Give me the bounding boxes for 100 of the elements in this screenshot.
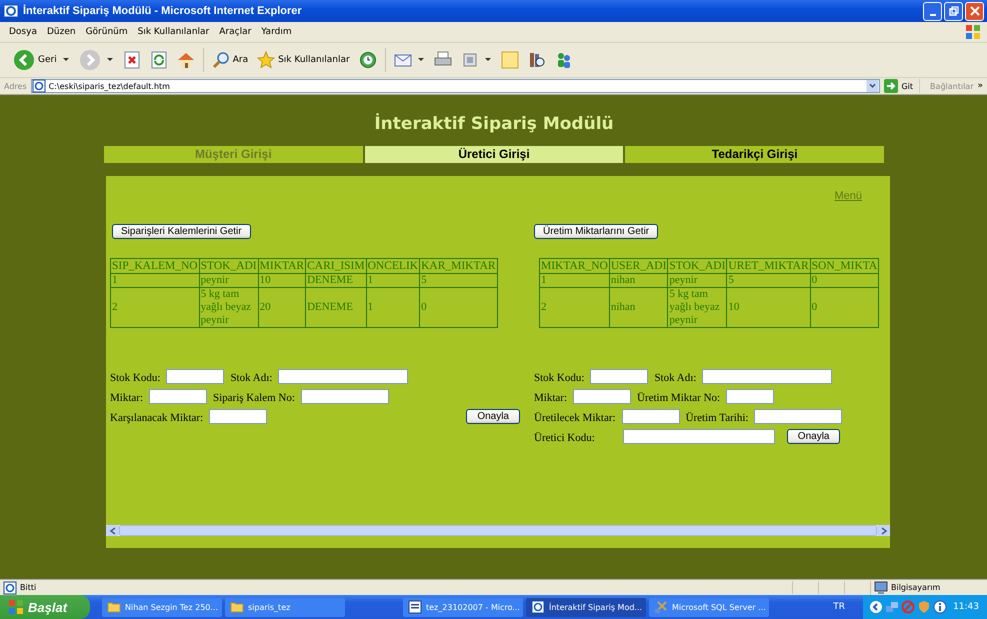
button-label: Sık Kullanılanlar <box>278 55 350 65</box>
table-cell: nihan <box>609 288 668 328</box>
dropdown-icon[interactable] <box>866 80 880 92</box>
column-header: KAR_MIKTAR <box>420 258 498 274</box>
status-text: Bitti <box>20 583 36 592</box>
caret-icon[interactable] <box>484 58 491 62</box>
field-label: Karşılanacak Miktar: <box>110 412 204 424</box>
minimize-icon <box>930 14 936 16</box>
table-cell: 1 <box>366 274 420 288</box>
table-cell: 0 <box>810 274 879 288</box>
star-icon <box>257 51 276 69</box>
chevron-icon[interactable] <box>869 600 884 614</box>
fetch-button[interactable]: Siparişleri Kalemlerini Getir <box>112 224 251 239</box>
button-label: İnteraktif Sipariş Mod... <box>549 602 642 612</box>
input-field[interactable] <box>726 389 774 404</box>
menu-item[interactable]: Dosya <box>4 27 42 37</box>
input-field[interactable] <box>622 429 775 444</box>
column-header: ONCELIK <box>366 258 420 274</box>
restore-button[interactable] <box>944 2 963 20</box>
computer-icon <box>874 580 888 594</box>
taskbar-button[interactable]: Microsoft SQL Server ... <box>649 598 769 616</box>
input-field[interactable] <box>622 409 680 424</box>
address-field[interactable]: C:\eski\siparis_tez\default.htm <box>30 79 880 93</box>
table-cell: DENEME <box>306 274 366 288</box>
column-header: SON_MIKTA <box>810 258 879 274</box>
field-label: Stok Adı: <box>230 372 272 384</box>
field-label: Stok Adı: <box>654 372 696 384</box>
menu-item[interactable]: Araçlar <box>214 27 256 37</box>
refresh-icon <box>150 51 168 69</box>
field-label: Miktar: <box>110 392 143 404</box>
page-icon <box>32 79 46 93</box>
table-cell: 1 <box>540 274 610 288</box>
column-header: CARI_ISIM <box>306 258 366 274</box>
input-field[interactable] <box>149 389 207 404</box>
go-button[interactable]: Git <box>884 79 920 93</box>
document-icon <box>408 600 422 614</box>
window-title: İnteraktif Sipariş Modülü - Microsoft Internet Explorer <box>23 5 303 17</box>
close-button[interactable] <box>965 2 984 20</box>
info-icon[interactable] <box>933 600 948 614</box>
menu-item[interactable]: Düzen <box>42 27 81 37</box>
home-icon <box>176 51 195 69</box>
input-field[interactable] <box>209 409 268 424</box>
more-chevron[interactable]: » <box>977 81 983 91</box>
back-button[interactable]: Geri <box>10 47 60 73</box>
menu-item[interactable]: Sık Kullanılanlar <box>132 27 214 37</box>
table-cell: 5 kg tam yağlı beyaz peynir <box>199 288 258 328</box>
scroll-left-button[interactable] <box>106 525 119 536</box>
column-header: MIKTAR <box>258 258 306 274</box>
input-field[interactable] <box>573 389 631 404</box>
caret-icon[interactable] <box>62 58 69 62</box>
minimize-button[interactable] <box>923 2 942 20</box>
note-icon <box>500 51 519 69</box>
column-header: MIKTAR_NO <box>540 258 610 274</box>
menu-item[interactable]: Yardım <box>256 27 297 37</box>
input-field[interactable] <box>754 409 842 424</box>
tab[interactable]: Tedarikçi Girişi <box>623 146 884 163</box>
taskbar-button[interactable]: tez_23102007 - Micro... <box>403 598 523 616</box>
search-button[interactable]: Ara <box>208 49 252 71</box>
scroll-right-button[interactable] <box>877 525 890 536</box>
fetch-button[interactable]: Üretim Miktarlarını Getir <box>534 224 658 239</box>
arrow-right-icon <box>884 79 898 93</box>
favorites-button[interactable]: Sık Kullanılanlar <box>254 49 353 71</box>
restore-icon <box>948 6 958 16</box>
blocked-icon[interactable] <box>901 600 916 614</box>
table-cell: 10 <box>726 288 810 328</box>
button-label: tez_23102007 - Micro... <box>426 602 520 612</box>
folder-icon <box>107 600 121 614</box>
table-cell: DENEME <box>306 288 366 328</box>
browser-icon <box>531 600 545 614</box>
button-label: Ara <box>232 55 248 65</box>
input-field[interactable] <box>702 369 832 384</box>
input-field[interactable] <box>300 389 389 404</box>
table-cell: nihan <box>609 274 668 288</box>
table-cell: 5 kg tam yağlı beyaz peynir <box>668 288 727 328</box>
table-cell: 0 <box>420 288 498 328</box>
taskbar-button[interactable]: Nihan Sezgin Tez 250... <box>102 598 222 616</box>
windows-flag-icon <box>965 24 981 40</box>
table-cell: 10 <box>258 274 306 288</box>
button-label: Başlat <box>28 600 68 614</box>
field-label: Stok Kodu: <box>534 372 584 384</box>
caret-icon[interactable] <box>106 58 113 62</box>
taskbar-button[interactable]: İnteraktif Sipariş Mod... <box>526 598 646 616</box>
stop-icon <box>122 51 141 69</box>
confirm-button[interactable]: Onayla <box>466 409 520 424</box>
field-label: Üretim Miktar No: <box>637 392 720 404</box>
clock-icon <box>358 51 377 69</box>
address-label: Adres <box>4 82 27 90</box>
taskbar-button[interactable]: siparis_tez <box>225 598 345 616</box>
confirm-button[interactable]: Onayla <box>786 429 840 444</box>
tools-icon <box>654 600 668 614</box>
input-field[interactable] <box>166 369 224 384</box>
caret-icon[interactable] <box>418 58 424 62</box>
edit-icon <box>460 51 479 69</box>
arrow-right-icon <box>78 49 101 71</box>
field-label: Üretici Kodu: <box>534 432 595 444</box>
tab[interactable]: Üretici Girişi <box>362 146 624 163</box>
input-field[interactable] <box>590 369 648 384</box>
input-field[interactable] <box>278 369 408 384</box>
language-indicator[interactable]: TR <box>833 602 846 612</box>
menu-item[interactable]: Görünüm <box>80 27 133 37</box>
